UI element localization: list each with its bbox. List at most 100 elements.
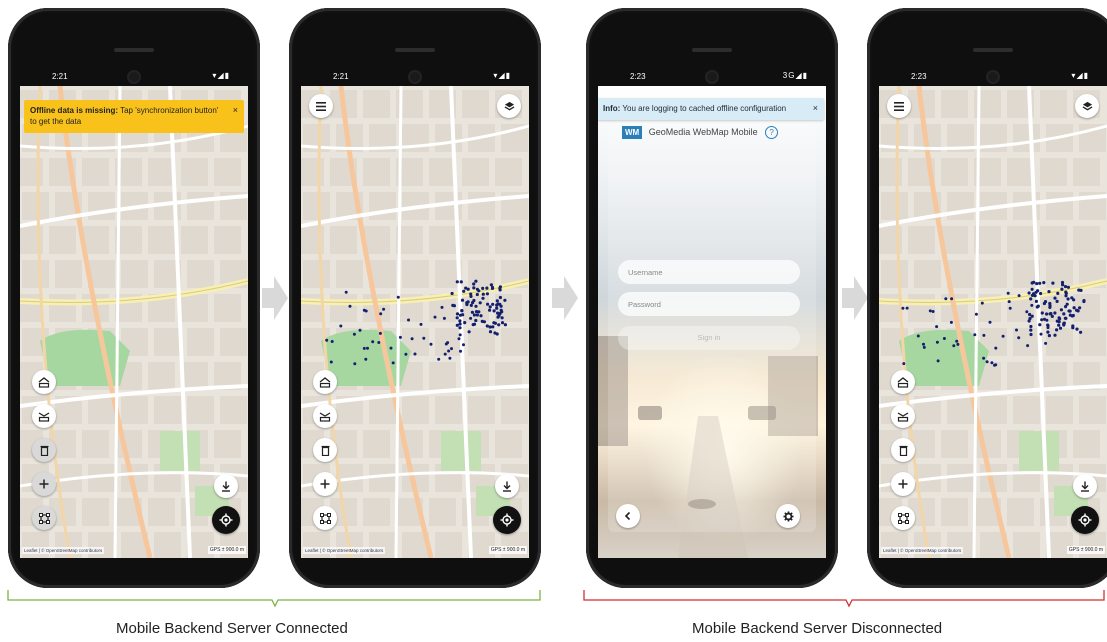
feature-point <box>1035 282 1039 286</box>
feature-point <box>1048 304 1052 308</box>
phone-3: 2:23 3G◢▮ WM GeoMedia WebMap Mobile ? Us… <box>586 8 838 588</box>
app-brand: WM GeoMedia WebMap Mobile ? <box>622 126 779 139</box>
feature-point <box>455 316 459 320</box>
delete-button[interactable] <box>891 438 915 462</box>
feature-point <box>457 337 461 341</box>
back-button[interactable] <box>616 504 640 528</box>
add-button[interactable] <box>313 472 337 496</box>
feature-point <box>407 318 410 322</box>
layers-button[interactable] <box>497 94 521 118</box>
feature-point <box>389 346 393 350</box>
username-field[interactable]: Username <box>618 260 800 284</box>
sync-upload-button[interactable] <box>32 404 56 428</box>
sync-download-button[interactable] <box>891 370 915 394</box>
map-attribution[interactable]: Leaflet | © OpenStreetMap contributors <box>22 547 105 554</box>
download-button[interactable] <box>214 474 238 498</box>
phone-speaker <box>973 48 1013 52</box>
feature-point <box>1071 313 1075 318</box>
feature-point <box>1046 330 1050 334</box>
sync-upload-button[interactable] <box>313 404 337 428</box>
feature-point <box>1066 285 1070 289</box>
delete-button[interactable] <box>313 438 337 462</box>
feature-point <box>949 320 953 324</box>
feature-point <box>1058 317 1062 321</box>
feature-point <box>1057 323 1061 327</box>
feature-point <box>464 286 468 290</box>
menu-button[interactable] <box>887 94 911 118</box>
feature-point <box>422 336 426 340</box>
layers-icon <box>504 101 514 110</box>
locate-me-button[interactable] <box>1071 506 1099 534</box>
map-attribution[interactable]: Leaflet | © OpenStreetMap contributors <box>881 547 964 554</box>
status-bar: 2:23 3G◢▮ <box>602 68 822 84</box>
feature-point <box>922 342 925 346</box>
status-bar: 2:23 ▾◢▮ <box>883 68 1103 84</box>
feature-point <box>463 321 467 325</box>
edit-shape-button[interactable] <box>32 506 56 530</box>
close-icon[interactable]: × <box>813 103 818 114</box>
add-button[interactable] <box>32 472 56 496</box>
download-button[interactable] <box>1073 474 1097 498</box>
settings-button[interactable] <box>776 504 800 528</box>
menu-button[interactable] <box>309 94 333 118</box>
password-field[interactable]: Password <box>618 292 800 316</box>
feature-point <box>1065 302 1069 306</box>
feature-point <box>353 362 357 366</box>
feature-point <box>955 339 959 343</box>
feature-point <box>902 362 906 366</box>
sign-in-button[interactable]: Sign in <box>618 326 800 350</box>
feature-point <box>440 305 444 309</box>
feature-point <box>1007 300 1011 304</box>
feature-point <box>460 298 465 302</box>
right-arrow-icon <box>552 276 578 320</box>
map-view[interactable]: Leaflet | © OpenStreetMap contributors GP… <box>879 86 1107 558</box>
feature-point <box>1064 294 1068 298</box>
delete-button[interactable] <box>32 438 56 462</box>
map-view[interactable]: Leaflet | © OpenStreetMap contributors GP… <box>301 86 529 558</box>
edit-shape-button[interactable] <box>313 506 337 530</box>
map-view[interactable]: Leaflet | © OpenStreetMap contributors GP… <box>20 86 248 558</box>
database-download-icon <box>38 376 50 388</box>
feature-point <box>491 302 495 306</box>
edit-shape-button[interactable] <box>891 506 915 530</box>
trash-icon <box>40 445 48 456</box>
locate-me-button[interactable] <box>212 506 240 534</box>
offline-info-banner: Info: You are logging to cached offline … <box>598 98 824 120</box>
sync-upload-button[interactable] <box>891 404 915 428</box>
status-bar: 2:21 ▾◢▮ <box>305 68 525 84</box>
feature-point <box>339 324 343 328</box>
sync-download-button[interactable] <box>32 370 56 394</box>
status-time: 2:23 <box>630 72 646 81</box>
feature-point <box>1079 330 1083 334</box>
signal-battery-icon: ▾◢▮ <box>212 71 230 80</box>
feature-point <box>455 323 459 327</box>
feature-point <box>1030 281 1034 285</box>
feature-point <box>495 332 499 336</box>
feature-point <box>472 322 477 326</box>
feature-point <box>973 333 977 337</box>
layers-button[interactable] <box>1075 94 1099 118</box>
help-icon[interactable]: ? <box>765 126 779 139</box>
feature-point <box>1029 324 1033 329</box>
feature-point <box>1079 288 1083 292</box>
chevron-left-icon <box>624 511 631 521</box>
feature-point <box>485 324 489 328</box>
feature-point <box>994 346 998 350</box>
feature-point <box>458 326 462 330</box>
feature-point <box>1025 310 1029 314</box>
sync-download-button[interactable] <box>313 370 337 394</box>
close-icon[interactable]: × <box>233 105 238 116</box>
locate-me-button[interactable] <box>493 506 521 534</box>
feature-point <box>1030 293 1035 297</box>
feature-point <box>472 282 476 286</box>
feature-point <box>1040 311 1044 315</box>
feature-point <box>1044 341 1048 345</box>
feature-point <box>1063 285 1068 289</box>
download-button[interactable] <box>495 474 519 498</box>
feature-point <box>901 306 905 310</box>
feature-point <box>479 314 483 318</box>
feature-point <box>1015 328 1018 332</box>
map-attribution[interactable]: Leaflet | © OpenStreetMap contributors <box>303 547 386 554</box>
feature-point <box>1050 314 1054 318</box>
add-button[interactable] <box>891 472 915 496</box>
